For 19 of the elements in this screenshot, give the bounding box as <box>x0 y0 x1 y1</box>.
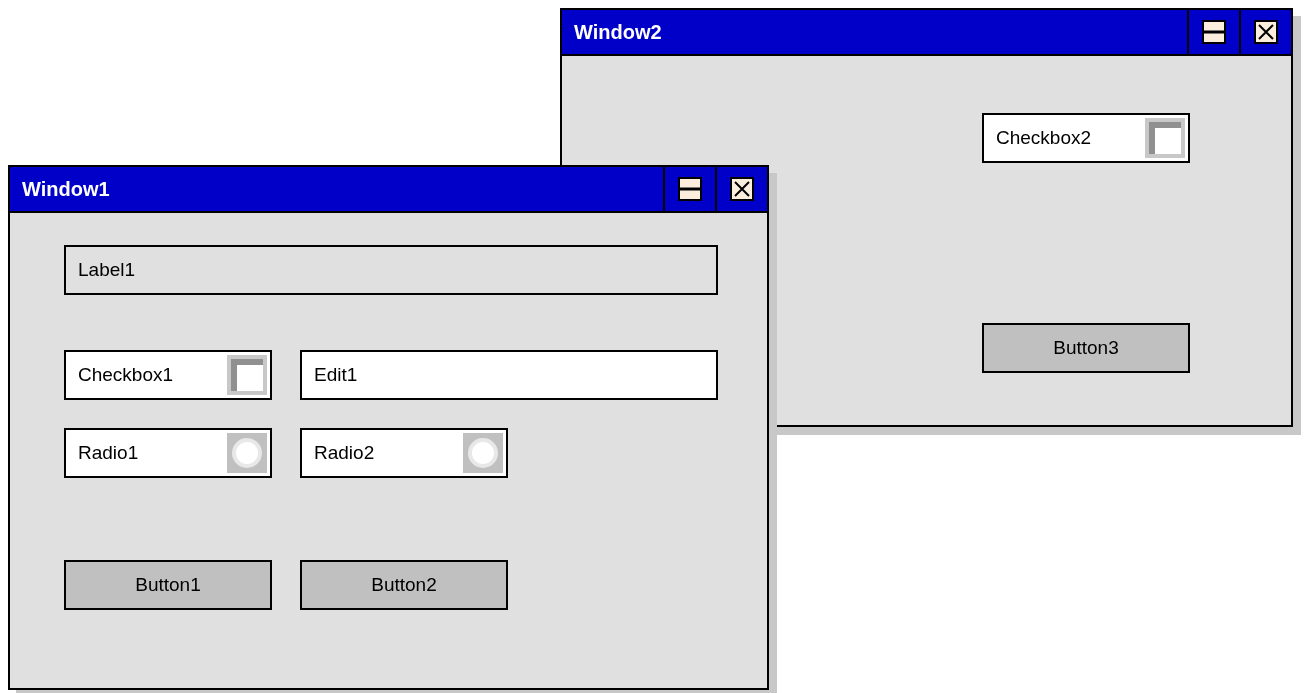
edit-field[interactable]: Edit1 <box>300 350 718 400</box>
close-icon <box>730 177 754 201</box>
push-button[interactable]: Button1 <box>64 560 272 610</box>
restore-icon <box>1202 20 1226 44</box>
checkbox-label: Checkbox1 <box>78 362 174 387</box>
window-title: Window1 <box>21 177 111 202</box>
radio-label: Radio1 <box>78 440 139 465</box>
push-button[interactable]: Button3 <box>982 323 1190 373</box>
radio-button[interactable] <box>463 433 503 473</box>
radio-label: Radio2 <box>314 440 375 465</box>
close-icon <box>1254 20 1278 44</box>
push-button[interactable]: Button2 <box>300 560 508 610</box>
restore-icon <box>678 177 702 201</box>
checkbox-label: Checkbox2 <box>996 125 1092 150</box>
checkbox[interactable] <box>1145 118 1185 158</box>
window-title: Window2 <box>573 20 663 45</box>
checkbox[interactable] <box>227 355 267 395</box>
radio-button[interactable] <box>227 433 267 473</box>
label: Label1 <box>64 245 718 295</box>
